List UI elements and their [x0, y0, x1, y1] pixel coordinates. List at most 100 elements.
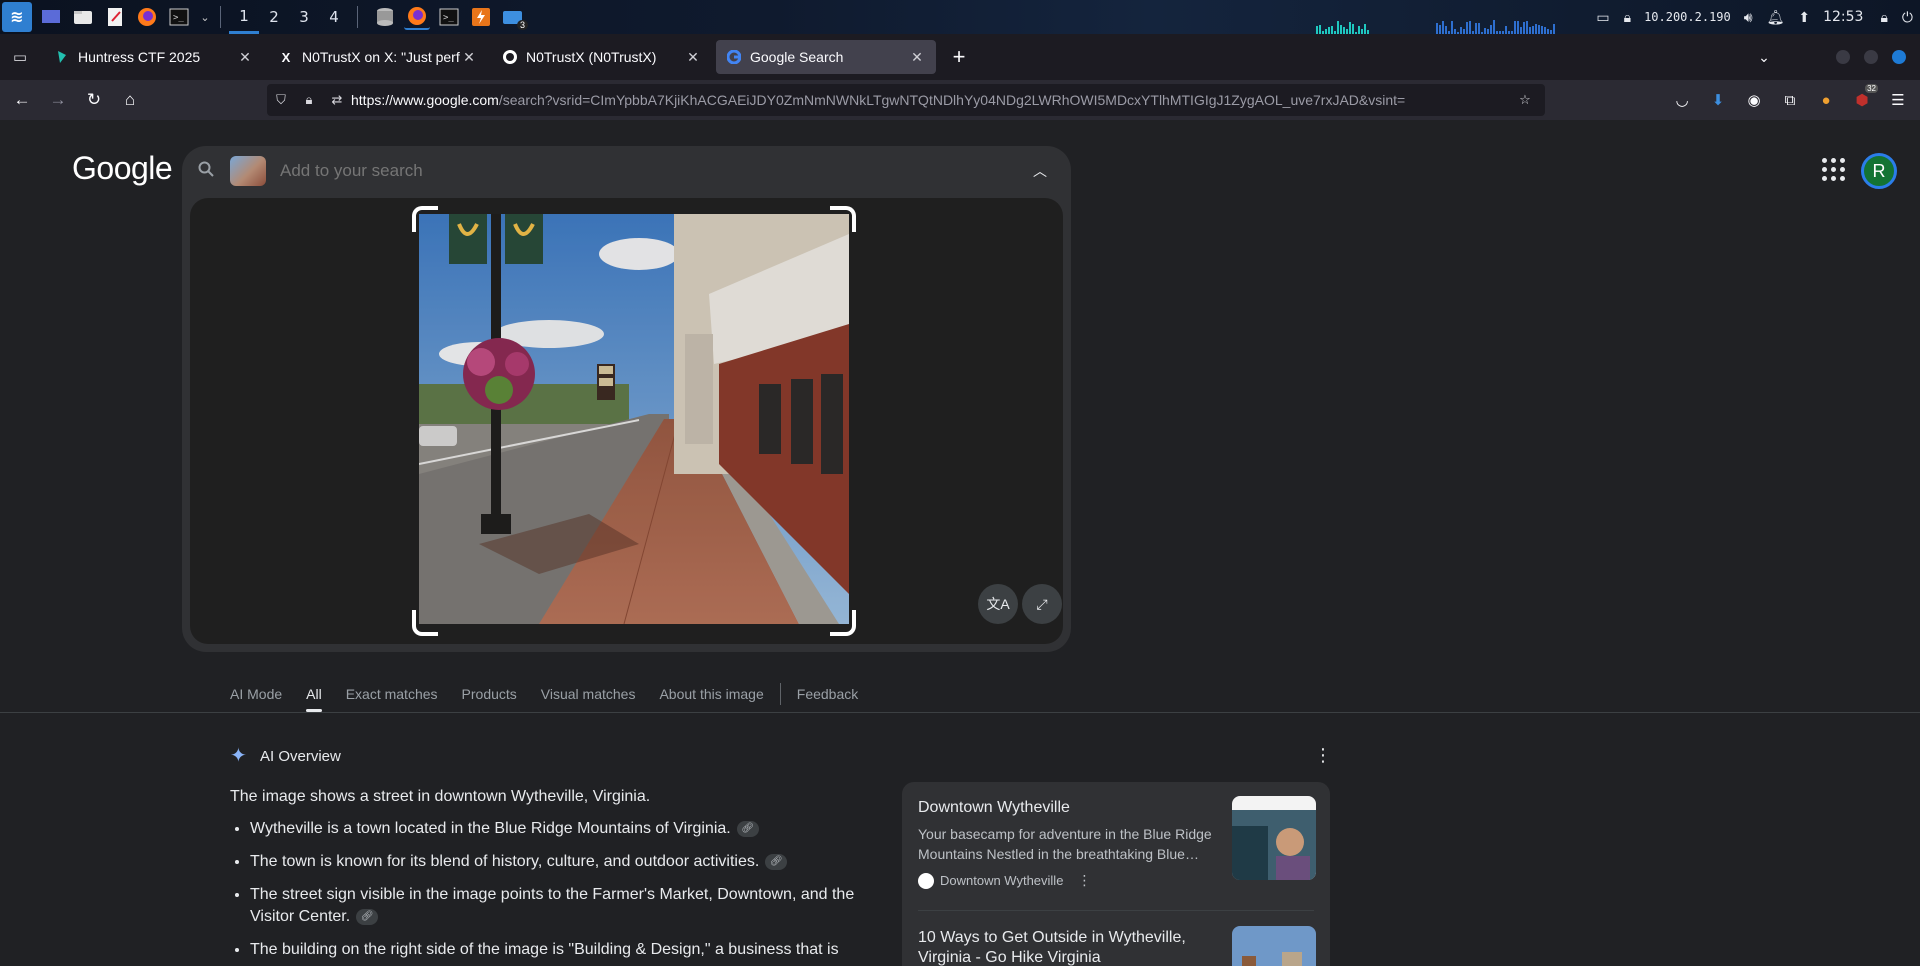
workspace-3[interactable]: 3 [289, 0, 319, 34]
list-item: The street sign visible in the image poi… [250, 884, 860, 928]
source-link-icon[interactable]: 🔗︎ [765, 853, 788, 870]
address-bar[interactable]: ⛉ 🔒︎ ⇄ https://www.google.com/search?vsr… [267, 84, 1545, 116]
google-apps-grid-icon[interactable] [1822, 158, 1846, 182]
firefox-icon[interactable] [134, 4, 160, 30]
huntress-icon [54, 49, 70, 65]
firefox-window-icon[interactable] [404, 4, 430, 30]
firefox-view-icon[interactable]: ▭ [0, 34, 40, 80]
url-text[interactable]: https://www.google.com/search?vsrid=CImY… [351, 92, 1511, 108]
list-item: The town is known for its blend of histo… [250, 851, 860, 873]
add-to-search-input[interactable] [280, 161, 1025, 181]
terminal-icon[interactable]: >_ [166, 4, 192, 30]
cookie-extension-icon[interactable]: ● [1808, 84, 1844, 116]
os-taskbar: ≋ >_ ⌄ 1 2 3 4 >_ 3 ▭ 🔒︎ 10.200.2.190 🔊︎… [0, 0, 1920, 34]
svg-text:>_: >_ [443, 13, 454, 23]
more-options-icon[interactable]: ⋮ [1314, 746, 1332, 764]
tab-huntress-ctf[interactable]: Huntress CTF 2025 ✕ [44, 40, 264, 74]
workspace-2[interactable]: 2 [259, 0, 289, 34]
close-tab-icon[interactable]: ✕ [460, 49, 478, 66]
crop-handle-bottom-right[interactable] [830, 610, 856, 636]
terminal-window-icon[interactable]: >_ [436, 4, 462, 30]
source-link-icon[interactable]: 🔗︎ [736, 820, 759, 837]
home-icon[interactable]: ⌂ [112, 84, 148, 116]
vpn-lock-icon[interactable]: 🔒︎ [1624, 9, 1631, 26]
workspace-1[interactable]: 1 [229, 0, 259, 34]
back-arrow-icon[interactable]: ← [4, 84, 40, 116]
uploaded-image-thumbnail[interactable] [230, 156, 266, 186]
cpu-graph-icon [1436, 18, 1556, 34]
tracking-protection-shield-icon[interactable]: ⛉ [267, 92, 295, 108]
hamburger-menu-icon[interactable]: ☰ [1880, 84, 1916, 116]
street-photo[interactable] [419, 214, 849, 624]
volume-icon[interactable]: 🔊︎ [1744, 9, 1753, 26]
maximize-window-button[interactable] [1864, 50, 1878, 64]
ai-overview-header: ✦ AI Overview [230, 746, 341, 766]
power-icon[interactable]: ⏻ [1902, 9, 1913, 26]
lens-search-box: ︿ [182, 146, 1071, 652]
tab-products[interactable]: Products [462, 676, 517, 712]
text-editor-icon[interactable] [102, 4, 128, 30]
fullscreen-icon[interactable]: ⤢ [1022, 584, 1062, 624]
card-more-icon[interactable]: ⋮ [1077, 872, 1091, 889]
card-title[interactable]: 10 Ways to Get Outside in Wytheville, Vi… [918, 928, 1218, 966]
google-logo[interactable]: Google [72, 150, 173, 187]
kali-menu-icon[interactable]: ≋ [2, 2, 32, 32]
tab-github[interactable]: N0TrustX (N0TrustX) ✕ [492, 40, 712, 74]
source-card[interactable]: Downtown Wytheville Your basecamp for ad… [918, 796, 1316, 889]
database-icon[interactable] [372, 4, 398, 30]
tab-about-this-image[interactable]: About this image [659, 676, 763, 712]
list-all-tabs-icon[interactable]: ⌄ [1746, 41, 1782, 73]
folder-group-icon[interactable]: 3 [500, 4, 528, 30]
ublock-extension-icon[interactable]: ⬢ 32 [1844, 84, 1880, 116]
new-tab-button[interactable]: + [942, 40, 976, 74]
pocket-icon[interactable]: ◡ [1664, 84, 1700, 116]
clock: 12:53 [1823, 9, 1864, 25]
workspace-4[interactable]: 4 [319, 0, 349, 34]
card-thumbnail[interactable] [1232, 926, 1316, 966]
permissions-icon[interactable]: ⇄ [323, 92, 351, 108]
source-card[interactable]: 10 Ways to Get Outside in Wytheville, Vi… [918, 926, 1316, 966]
secure-lock-icon[interactable]: 🔒︎ [295, 92, 323, 108]
notification-bell-icon[interactable]: 🔔︎ [1767, 9, 1785, 26]
close-tab-icon[interactable]: ✕ [684, 49, 702, 66]
update-icon[interactable]: ⬆ [1798, 9, 1810, 26]
navigation-toolbar: ← → ↻ ⌂ ⛉ 🔒︎ ⇄ https://www.google.com/se… [0, 80, 1920, 120]
collapse-chevron-icon[interactable]: ︿ [1025, 161, 1055, 181]
extensions-icon[interactable]: ⧉ [1772, 84, 1808, 116]
tab-x-post[interactable]: X N0TrustX on X: "Just perf ✕ [268, 40, 488, 74]
close-tab-icon[interactable]: ✕ [236, 49, 254, 66]
source-link-icon[interactable]: 🔗︎ [356, 908, 379, 925]
card-source-name: Downtown Wytheville [940, 873, 1064, 888]
crop-handle-bottom-left[interactable] [412, 610, 438, 636]
browser-tab-strip: ▭ Huntress CTF 2025 ✕ X N0TrustX on X: "… [0, 34, 1920, 80]
search-filter-tabs: AI Mode All Exact matches Products Visua… [230, 676, 882, 712]
display-icon[interactable]: ▭ [1596, 9, 1609, 26]
tab-exact-matches[interactable]: Exact matches [346, 676, 438, 712]
tab-ai-mode[interactable]: AI Mode [230, 676, 282, 712]
close-tab-icon[interactable]: ✕ [908, 49, 926, 66]
tab-all[interactable]: All [306, 676, 322, 712]
tab-google-search[interactable]: Google Search ✕ [716, 40, 936, 74]
close-window-button[interactable] [1892, 50, 1906, 64]
crop-handle-top-left[interactable] [412, 206, 438, 232]
minimize-window-button[interactable] [1836, 50, 1850, 64]
downloads-icon[interactable]: ⬇ [1700, 84, 1736, 116]
file-manager-icon[interactable] [70, 4, 96, 30]
translate-icon[interactable]: 文A [978, 584, 1018, 624]
lock-screen-icon[interactable]: 🔒︎ [1880, 9, 1887, 26]
forward-arrow-icon[interactable]: → [40, 84, 76, 116]
account-avatar[interactable]: R [1861, 153, 1897, 189]
taskbar-separator [357, 6, 358, 28]
desktop-icon[interactable] [38, 4, 64, 30]
bookmark-star-icon[interactable]: ☆ [1511, 92, 1539, 108]
reload-icon[interactable]: ↻ [76, 84, 112, 116]
network-graph-icon [1316, 18, 1370, 34]
burp-suite-icon[interactable] [468, 4, 494, 30]
tab-visual-matches[interactable]: Visual matches [541, 676, 636, 712]
card-thumbnail[interactable] [1232, 796, 1316, 880]
tab-feedback[interactable]: Feedback [797, 676, 858, 712]
chevron-down-icon[interactable]: ⌄ [198, 4, 212, 30]
crop-handle-top-right[interactable] [830, 206, 856, 232]
card-title[interactable]: Downtown Wytheville [918, 798, 1218, 818]
account-icon[interactable]: ◉ [1736, 84, 1772, 116]
